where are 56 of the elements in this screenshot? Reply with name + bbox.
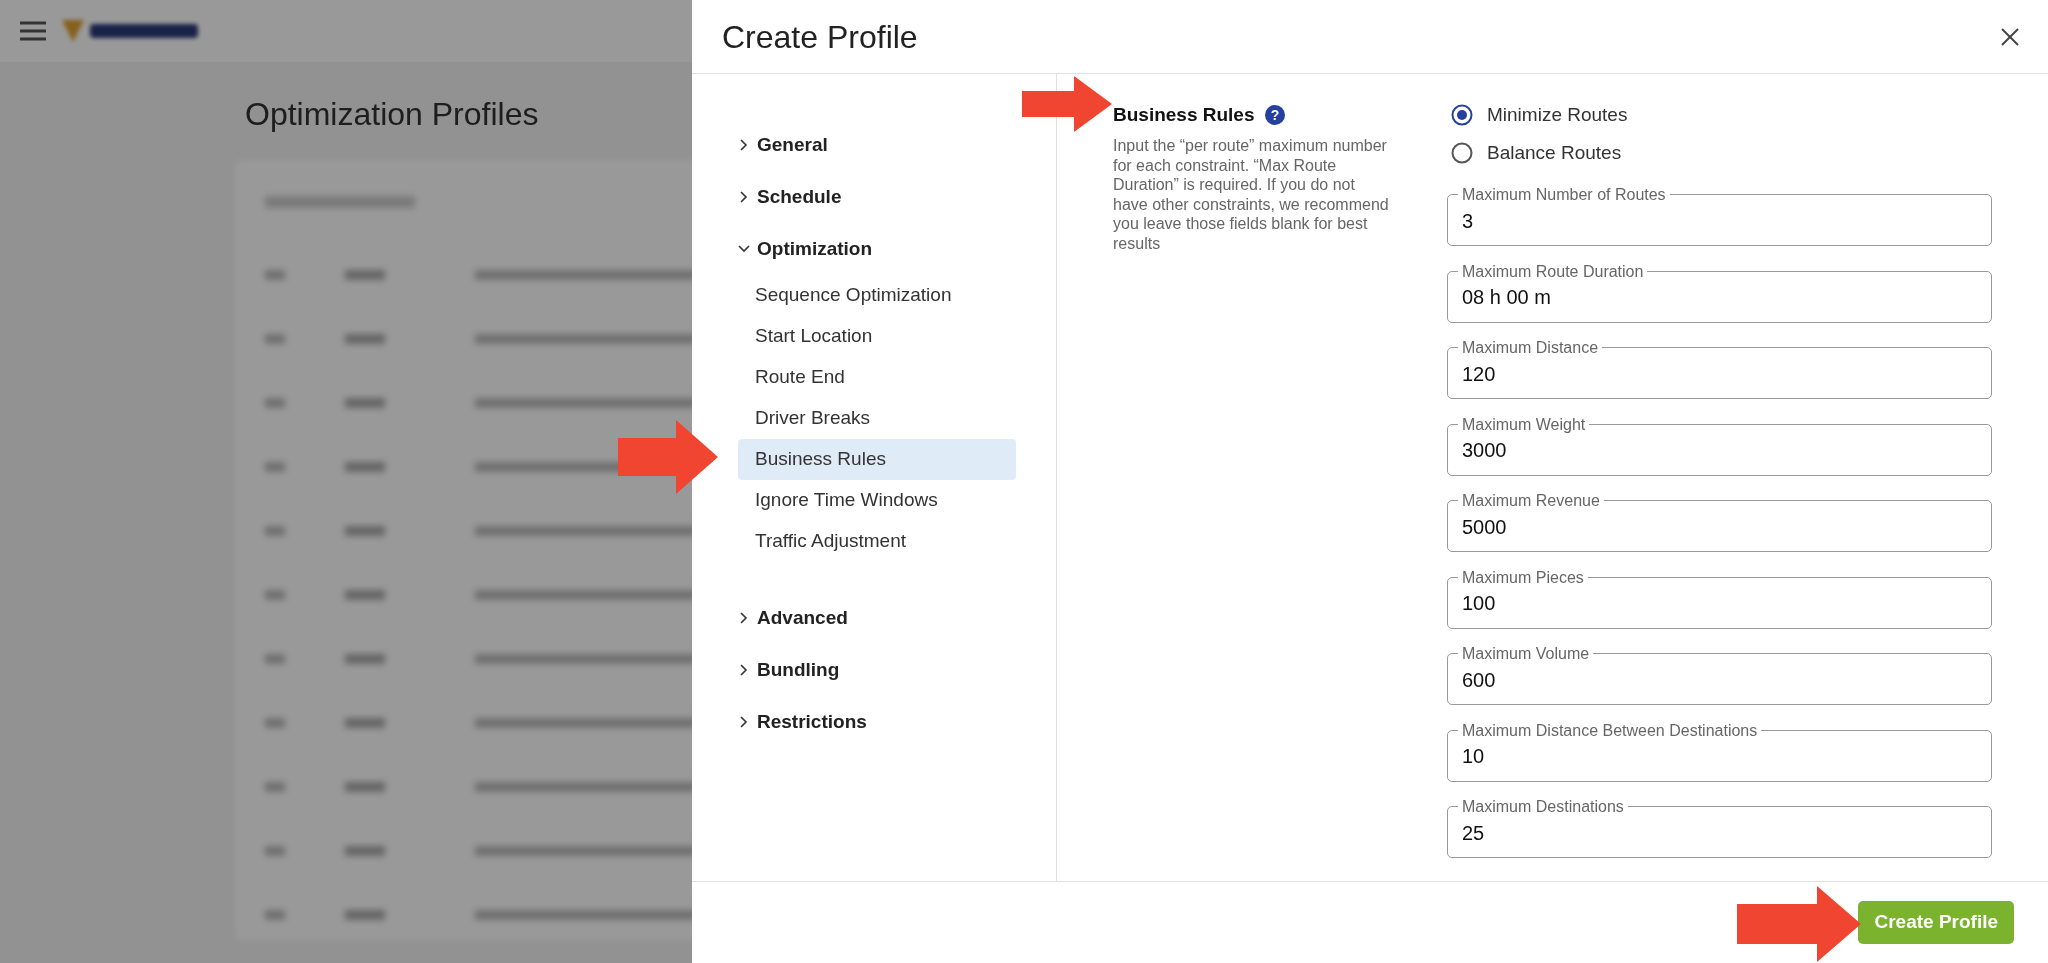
input-field[interactable]: Maximum Weight 3000 <box>1447 415 1992 476</box>
section-description: Input the “per route” maximum number for each constraint. “Max Route Duration” is required. If you do not have other constraints, we recommend you leave those fields blank for best results <box>1113 136 1390 253</box>
field-value[interactable]: 600 <box>1462 662 1977 698</box>
field-label: Maximum Number of Routes <box>1461 186 1667 203</box>
field-label: Maximum Route Duration <box>1461 262 1645 280</box>
field-label: Maximum Volume <box>1461 645 1591 662</box>
radio-label: Minimize Routes <box>1487 102 1628 127</box>
nav-item[interactable]: Sequence Optimization <box>738 275 1016 316</box>
field-label: Maximum Destinations <box>1461 798 1625 815</box>
input-field[interactable]: Maximum Route Duration 08 h 00 m <box>1447 262 1992 323</box>
field-value[interactable]: 3000 <box>1462 432 1977 469</box>
chevron-right-icon <box>738 664 750 676</box>
section-title: Business Rules <box>1113 102 1255 127</box>
field-value[interactable]: 100 <box>1462 585 1977 622</box>
field-value[interactable]: 08 h 00 m <box>1462 279 1977 316</box>
input-field[interactable]: Maximum Destinations 25 <box>1447 798 1992 858</box>
input-field[interactable]: Maximum Distance 120 <box>1447 339 1992 399</box>
field-value[interactable]: 25 <box>1462 815 1977 851</box>
nav-section-label[interactable]: Advanced <box>757 603 848 633</box>
field-value[interactable]: 10 <box>1462 738 1977 775</box>
field-label: Maximum Weight <box>1461 415 1587 433</box>
field-value[interactable]: 120 <box>1462 356 1977 392</box>
field-value[interactable]: 5000 <box>1462 509 1977 545</box>
input-field[interactable]: Maximum Revenue 5000 <box>1447 492 1992 552</box>
chevron-down-icon <box>738 243 750 255</box>
radio-button[interactable] <box>1451 142 1473 164</box>
dialog-title: Create Profile <box>722 17 918 57</box>
radio-label: Balance Routes <box>1487 140 1622 165</box>
input-field[interactable]: Maximum Volume 600 <box>1447 645 1992 705</box>
chevron-right-icon <box>738 191 750 203</box>
nav-item[interactable]: Start Location <box>738 316 1016 357</box>
nav-section-label[interactable]: Restrictions <box>757 707 867 737</box>
nav-item[interactable]: Driver Breaks <box>738 398 1016 439</box>
nav-section-label[interactable]: General <box>757 130 828 160</box>
field-label: Maximum Pieces <box>1461 568 1585 586</box>
nav-item[interactable]: Route End <box>738 357 1016 398</box>
nav-section-label[interactable]: Optimization <box>757 234 873 264</box>
input-field[interactable]: Maximum Pieces 100 <box>1447 568 1992 629</box>
menu-icon[interactable] <box>20 21 46 41</box>
input-field[interactable]: Maximum Number of Routes 3 <box>1447 186 1992 246</box>
radio-button[interactable] <box>1451 104 1473 126</box>
nav-section-label[interactable]: Bundling <box>757 655 840 685</box>
nav-section-label[interactable]: Schedule <box>757 182 842 212</box>
help-icon[interactable]: ? <box>1264 105 1285 125</box>
page-title: Optimization Profiles <box>245 95 539 134</box>
field-value[interactable]: 3 <box>1462 203 1977 239</box>
input-field[interactable]: Maximum Distance Between Destinations 10 <box>1447 721 1992 782</box>
nav-item[interactable]: Ignore Time Windows <box>738 480 1016 521</box>
nav-item[interactable]: Traffic Adjustment <box>738 521 1016 562</box>
chevron-right-icon <box>738 716 750 728</box>
nav-item[interactable]: Business Rules <box>738 439 1016 480</box>
field-label: Maximum Revenue <box>1461 492 1601 509</box>
field-label: Maximum Distance Between Destinations <box>1461 721 1759 739</box>
chevron-right-icon <box>738 139 750 151</box>
chevron-right-icon <box>738 612 750 624</box>
field-label: Maximum Distance <box>1461 339 1600 356</box>
